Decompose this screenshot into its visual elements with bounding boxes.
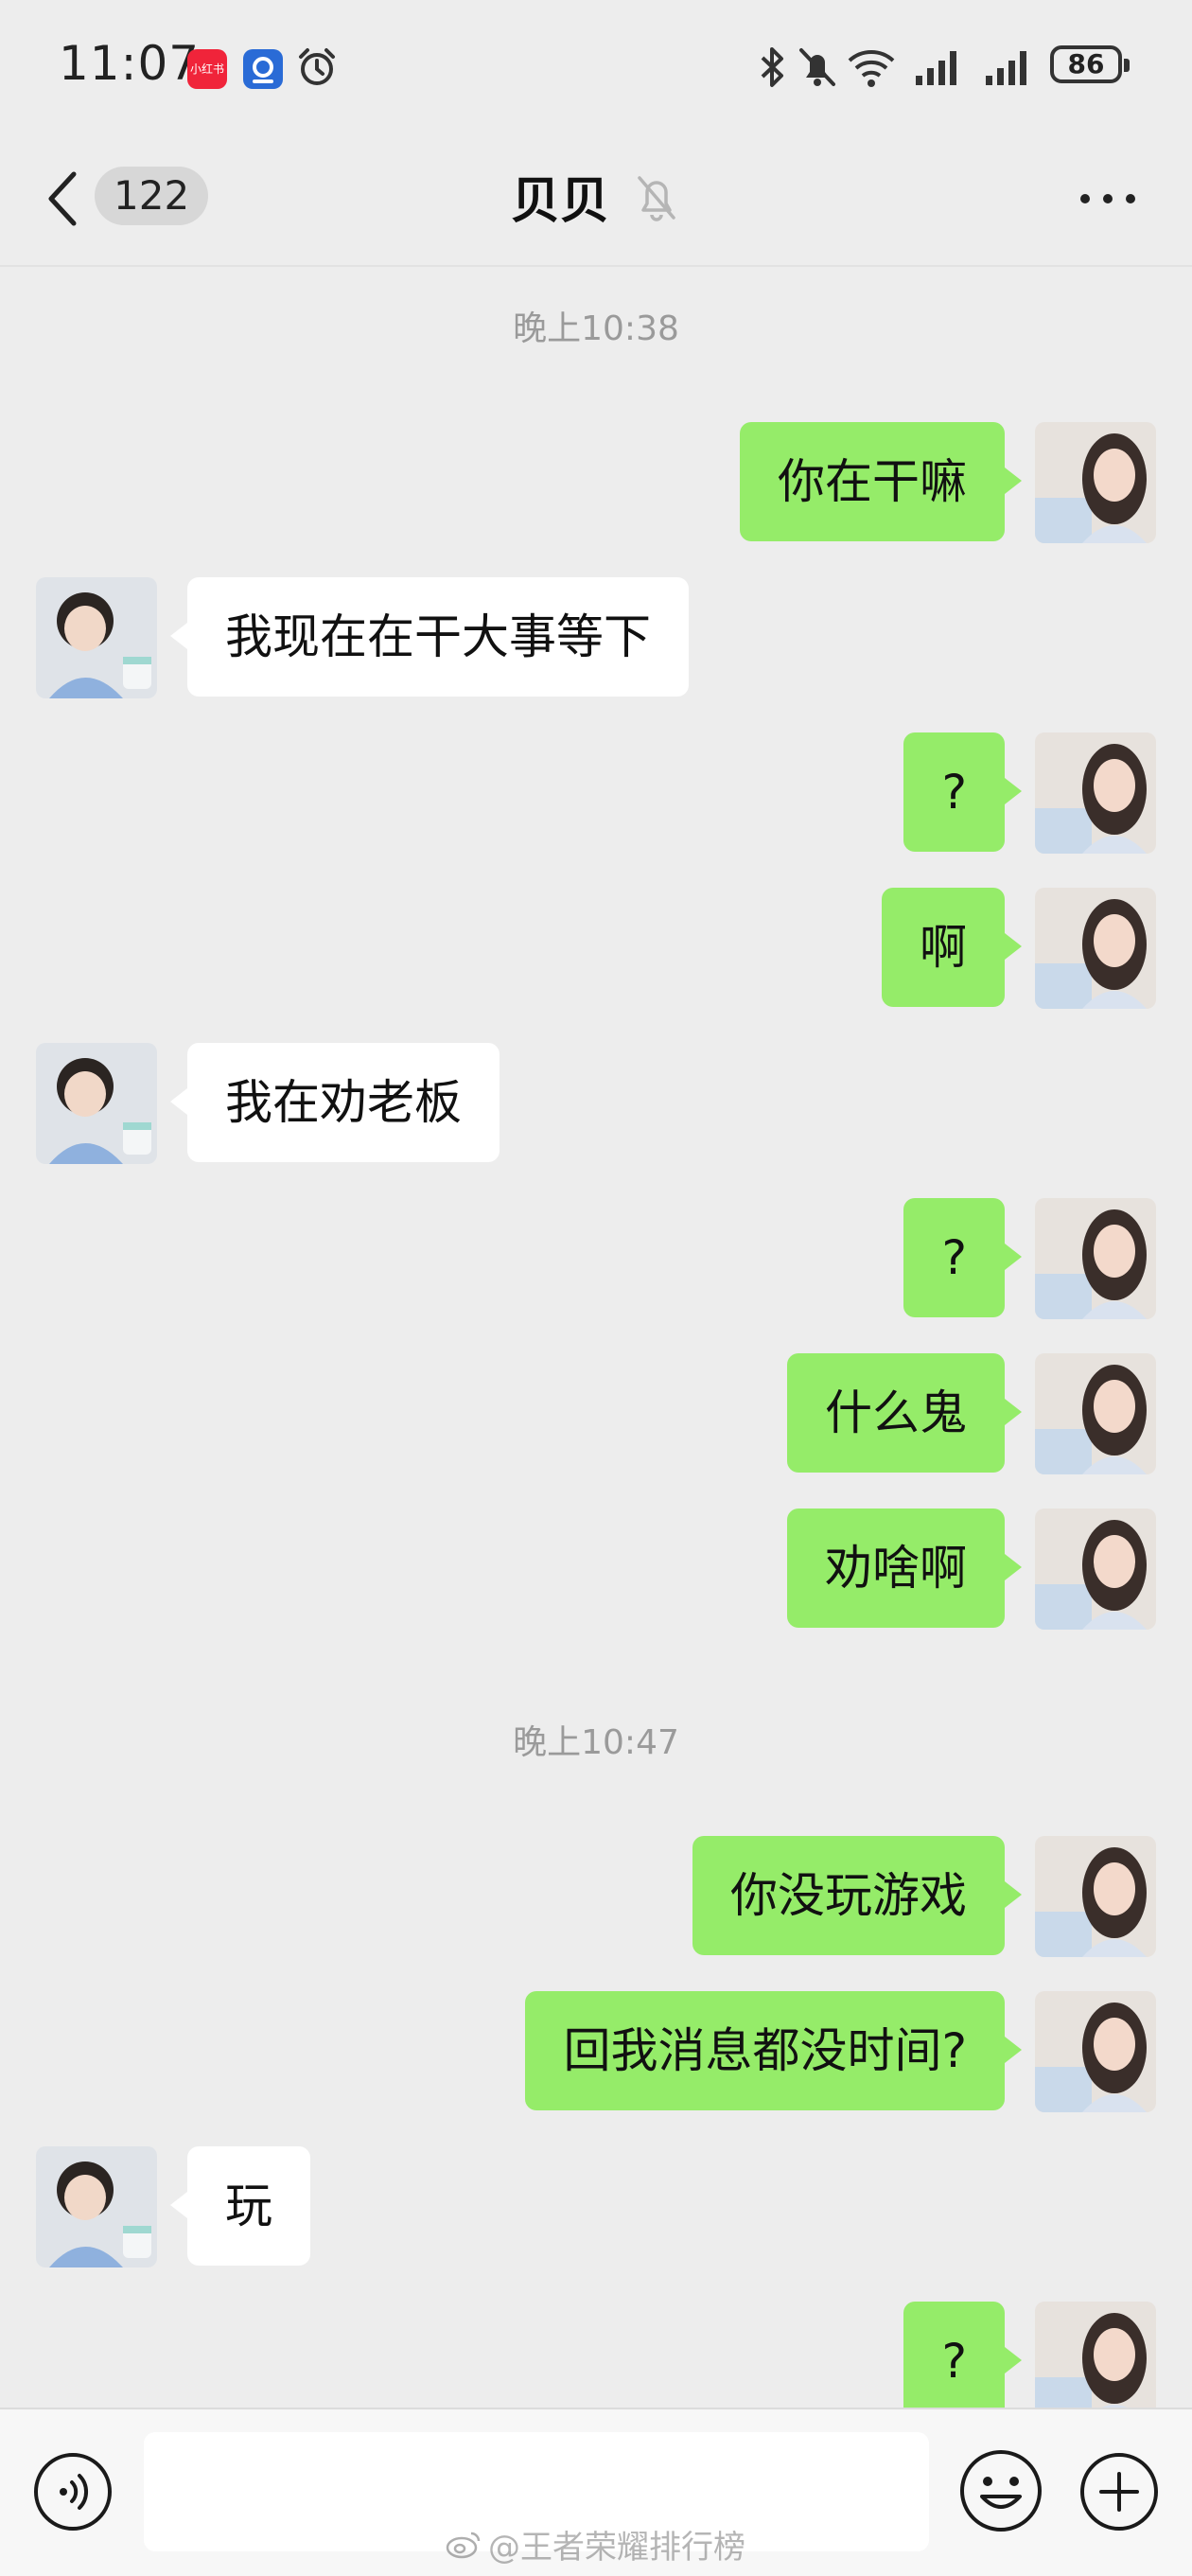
message-bubble[interactable]: 我在劝老板 <box>170 1043 500 1162</box>
message-bubble[interactable]: 你在干嘛 <box>740 422 1022 541</box>
my-avatar[interactable] <box>1035 1353 1156 1474</box>
my-avatar[interactable] <box>1035 888 1156 1009</box>
message-bubble[interactable]: 我现在在干大事等下 <box>170 577 689 697</box>
bell-off-icon <box>797 45 838 93</box>
chat-title: 贝贝 <box>511 173 610 230</box>
message-row-outgoing: 啊 <box>0 888 1192 1009</box>
unread-count-badge[interactable]: 122 <box>95 167 209 225</box>
weibo-icon <box>445 2530 482 2568</box>
chat-message-list[interactable]: 晚上10:38 你在干嘛 我现在在干大事等下 ? 啊 我在劝老板 ? 什么鬼 劝… <box>0 267 1192 2408</box>
message-row-incoming: 玩 <box>0 2146 1192 2267</box>
my-avatar[interactable] <box>1035 732 1156 854</box>
message-row-outgoing: ? <box>0 2302 1192 2408</box>
signal-icon <box>984 45 1033 93</box>
message-row-incoming: 我现在在干大事等下 <box>0 577 1192 698</box>
message-bubble[interactable]: 什么鬼 <box>787 1353 1022 1473</box>
bell-off-icon <box>634 172 679 223</box>
wifi-icon <box>846 45 897 93</box>
signal-icon <box>914 45 963 93</box>
app-blue-icon <box>243 49 283 89</box>
more-icon[interactable] <box>1078 189 1137 208</box>
message-row-incoming: 我在劝老板 <box>0 1043 1192 1164</box>
message-bubble[interactable]: 啊 <box>882 888 1022 1007</box>
chat-timestamp: 晚上10:47 <box>513 1723 679 1762</box>
contact-avatar[interactable] <box>36 1043 157 1164</box>
message-bubble[interactable]: 劝啥啊 <box>787 1509 1022 1628</box>
message-row-outgoing: ? <box>0 732 1192 854</box>
message-bubble[interactable]: ? <box>903 2302 1022 2408</box>
my-avatar[interactable] <box>1035 1836 1156 1957</box>
bluetooth-icon <box>757 45 789 93</box>
message-bubble[interactable]: 回我消息都没时间? <box>525 1991 1022 2110</box>
chat-timestamp: 晚上10:38 <box>513 309 679 348</box>
alarm-icon <box>295 45 339 93</box>
message-bubble[interactable]: ? <box>903 1198 1022 1317</box>
my-avatar[interactable] <box>1035 2302 1156 2408</box>
battery-indicator: 86 <box>1050 45 1130 83</box>
watermark-text: @王者荣耀排行榜 <box>488 2529 745 2567</box>
back-icon[interactable] <box>44 165 81 233</box>
my-avatar[interactable] <box>1035 1509 1156 1630</box>
my-avatar[interactable] <box>1035 1991 1156 2112</box>
xiaohongshu-icon: 小红书 <box>187 49 227 89</box>
watermark: @王者荣耀排行榜 <box>445 2521 745 2568</box>
contact-avatar[interactable] <box>36 577 157 698</box>
my-avatar[interactable] <box>1035 422 1156 543</box>
message-bubble[interactable]: 你没玩游戏 <box>692 1836 1022 1955</box>
contact-avatar[interactable] <box>36 2146 157 2267</box>
my-avatar[interactable] <box>1035 1198 1156 1319</box>
message-row-outgoing: 你在干嘛 <box>0 422 1192 543</box>
status-bar: 11:07 小红书 86 <box>0 0 1192 132</box>
plus-icon[interactable] <box>1078 2451 1160 2532</box>
message-row-outgoing: 劝啥啊 <box>0 1509 1192 1630</box>
message-row-outgoing: 什么鬼 <box>0 1353 1192 1474</box>
message-row-outgoing: ? <box>0 1198 1192 1319</box>
message-row-outgoing: 回我消息都没时间? <box>0 1991 1192 2112</box>
emoji-icon[interactable] <box>957 2447 1044 2534</box>
message-bubble[interactable]: 玩 <box>170 2146 310 2266</box>
message-bubble[interactable]: ? <box>903 732 1022 852</box>
message-row-outgoing: 你没玩游戏 <box>0 1836 1192 1957</box>
status-time: 11:07 <box>59 36 201 91</box>
chat-header: 122 贝贝 <box>0 132 1192 267</box>
voice-icon[interactable] <box>32 2451 114 2532</box>
